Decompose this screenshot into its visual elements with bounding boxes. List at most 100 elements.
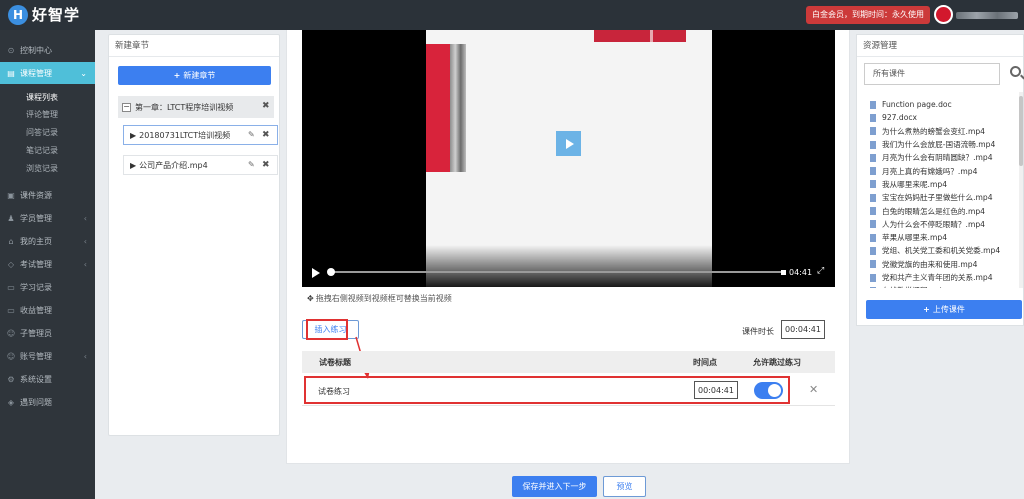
resource-item[interactable]: 月亮上真的有嫦娥吗？.mp4 <box>870 164 1018 177</box>
avatar[interactable] <box>934 5 953 24</box>
resource-item[interactable]: 927.docx <box>870 111 1018 124</box>
sidebar-item[interactable]: ⌂ 我的主页 ‹ <box>0 230 95 252</box>
sidebar-subitem[interactable]: 问答记录 <box>26 126 58 140</box>
sidebar-subitem[interactable]: 浏览记录 <box>26 162 58 176</box>
nav-icon: ⌂ <box>8 236 14 246</box>
new-chapter-label: 新建章节 <box>183 71 216 80</box>
logo[interactable]: H 好智学 <box>8 4 80 25</box>
resource-item[interactable]: 党徽党旗的由来和使用.mp4 <box>870 258 1018 271</box>
sidebar-subitem[interactable]: 评论管理 <box>26 108 58 122</box>
resource-name: 党组、机关党工委和机关党委.mp4 <box>882 246 1001 256</box>
plus-icon: + <box>173 71 181 80</box>
sidebar-item[interactable]: ▣ 课件资源 <box>0 184 95 206</box>
scrollbar-thumb[interactable] <box>1019 96 1023 166</box>
lesson-row[interactable]: ▶ 20180731LTCT培训视频 <box>123 125 278 145</box>
resource-name: 人为什么会不停眨眼睛？.mp4 <box>882 219 985 229</box>
lesson-title: 公司产品介绍.mp4 <box>139 160 208 170</box>
resource-item[interactable]: 为什么煮熟的螃蟹会变红.mp4 <box>870 125 1018 138</box>
sidebar-item[interactable]: ⊙ 控制中心 <box>0 39 95 61</box>
nav-icon: ◇ <box>7 259 15 269</box>
sidebar-item-label: 学习记录 <box>20 282 52 292</box>
sidebar-item-label: 学员管理 <box>20 213 52 223</box>
row-divider <box>302 405 835 406</box>
preview-button[interactable]: 预览 <box>603 476 646 497</box>
col-title: 试卷标题 <box>319 358 351 367</box>
resource-item[interactable]: Function page.doc <box>870 98 1018 111</box>
edit-icon[interactable]: ✎ <box>248 160 255 169</box>
resource-item[interactable]: 在线教学课程.pptx <box>870 284 1018 288</box>
control-play-icon[interactable] <box>312 268 320 278</box>
highlight-annotation <box>306 319 348 340</box>
resource-item[interactable]: 宝宝在妈妈肚子里做些什么.mp4 <box>870 191 1018 204</box>
sidebar-item[interactable]: ♟ 学员管理 ‹ <box>0 207 95 229</box>
lesson-row[interactable]: ▶ 公司产品介绍.mp4 <box>123 155 278 175</box>
chevron-icon: ⌄ <box>80 68 87 78</box>
progress-knob[interactable] <box>327 268 335 276</box>
play-small-icon: ▶ <box>130 130 137 140</box>
chapter-row[interactable]: − 第一章：LTCT程序培训视频 <box>118 96 274 118</box>
sidebar-item[interactable]: ◇ 考试管理 ‹ <box>0 253 95 275</box>
sidebar-subitem[interactable]: 课程列表 <box>26 91 58 105</box>
file-icon <box>870 246 876 255</box>
collapse-icon[interactable]: − <box>122 102 131 112</box>
sidebar-item-label: 课件资源 <box>20 190 52 200</box>
sidebar-item-label: 控制中心 <box>20 45 52 55</box>
username-blurred[interactable] <box>956 12 1018 19</box>
logo-text: 好智学 <box>32 6 81 24</box>
sidebar-item-label: 账号管理 <box>20 351 52 361</box>
sidebar-item[interactable]: ▤ 课程管理 ⌄ <box>0 62 95 84</box>
file-icon <box>870 140 876 149</box>
new-chapter-button[interactable]: + 新建章节 <box>118 66 271 85</box>
file-icon <box>870 193 876 202</box>
delete-lesson-icon[interactable]: ✖ <box>262 130 270 140</box>
col-time: 时间点 <box>693 358 717 367</box>
search-icon[interactable] <box>1010 66 1021 77</box>
resource-item[interactable]: 我从哪里来呢.mp4 <box>870 178 1018 191</box>
sidebar-item[interactable]: ◈ 遇到问题 <box>0 391 95 413</box>
resource-item[interactable]: 人为什么会不停眨眼睛？.mp4 <box>870 218 1018 231</box>
video-controls-bar <box>302 245 835 287</box>
fullscreen-icon[interactable]: ⤢ <box>817 266 824 276</box>
resource-name: Function page.doc <box>882 100 952 110</box>
chevron-icon: ‹ <box>83 351 87 361</box>
resource-item[interactable]: 党组、机关党工委和机关党委.mp4 <box>870 244 1018 257</box>
resource-item[interactable]: 党和共产主义青年团的关系.mp4 <box>870 271 1018 284</box>
progress-bar[interactable] <box>329 271 786 273</box>
sidebar-item[interactable]: ⚙ 系统设置 <box>0 368 95 390</box>
chevron-icon: ‹ <box>83 213 87 223</box>
delete-exercise-icon[interactable]: ✕ <box>809 383 818 396</box>
resource-item[interactable]: 我们为什么会放屁-国语流畅.mp4 <box>870 138 1018 151</box>
resource-name: 927.docx <box>882 113 918 123</box>
col-skip: 允许跳过练习 <box>753 358 801 367</box>
sidebar-item-label: 子管理员 <box>20 328 52 338</box>
delete-lesson-icon[interactable]: ✖ <box>262 160 270 170</box>
play-button[interactable] <box>556 131 581 156</box>
sidebar-item-label: 考试管理 <box>20 259 52 269</box>
save-next-button[interactable]: 保存并进入下一步 <box>512 476 597 497</box>
chevron-icon: ‹ <box>83 236 87 246</box>
sidebar-item[interactable]: ▭ 收益管理 <box>0 299 95 321</box>
edit-icon[interactable]: ✎ <box>248 130 255 139</box>
delete-chapter-icon[interactable]: ✖ <box>262 101 270 111</box>
duration-label: 课件时长 <box>742 327 774 336</box>
upload-button[interactable]: + 上传课件 <box>866 300 1022 319</box>
resource-search-input[interactable]: 所有课件 <box>864 63 1000 85</box>
sidebar-item[interactable]: ☺ 子管理员 <box>0 322 95 344</box>
sidebar-item[interactable]: ☺ 账号管理 ‹ <box>0 345 95 367</box>
sidebar-item-label: 我的主页 <box>20 236 52 246</box>
file-icon <box>870 233 876 242</box>
allow-skip-toggle[interactable] <box>754 382 783 399</box>
resource-name: 苹果从哪里来.mp4 <box>882 233 948 243</box>
resource-item[interactable]: 苹果从哪里来.mp4 <box>870 231 1018 244</box>
exercise-time[interactable]: 00:04:41 <box>694 381 738 399</box>
sidebar-item[interactable]: ▭ 学习记录 <box>0 276 95 298</box>
video-time: 04:41 <box>789 268 813 277</box>
sidebar-subitem[interactable]: 笔记记录 <box>26 144 58 158</box>
resource-item[interactable]: 白兔的眼睛怎么是红色的.mp4 <box>870 204 1018 217</box>
resource-item[interactable]: 月亮为什么会有阴晴圆缺？.mp4 <box>870 151 1018 164</box>
nav-icon: ▭ <box>7 305 15 315</box>
file-icon <box>870 260 876 269</box>
chapter-panel: 新建章节 <box>108 34 280 436</box>
nav-icon: ☺ <box>6 351 16 361</box>
resource-name: 在线教学课程.pptx <box>882 285 947 288</box>
